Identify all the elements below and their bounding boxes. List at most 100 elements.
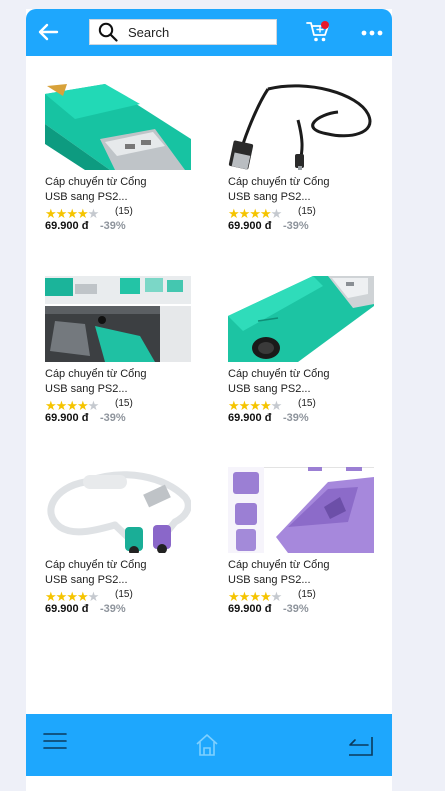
product-card[interactable]: Cáp chuyển từ Cổng USB sang PS2... ★★★★★… bbox=[228, 467, 378, 627]
product-name-line1: Cáp chuyển từ Cổng bbox=[228, 176, 330, 188]
review-count: (15) bbox=[115, 589, 133, 600]
product-card[interactable]: Cáp chuyển từ Cổng USB sang PS2... ★★★★★… bbox=[228, 84, 378, 244]
search-icon bbox=[98, 22, 118, 42]
product-name: Cáp chuyển từ Cổng USB sang PS2... bbox=[228, 558, 368, 588]
review-count: (15) bbox=[298, 206, 316, 217]
search-box[interactable] bbox=[89, 19, 277, 45]
product-card[interactable]: Cáp chuyển từ Cổng USB sang PS2... ★★★★★… bbox=[228, 276, 378, 436]
star-icon: ★ bbox=[76, 206, 89, 221]
product-card[interactable]: Cáp chuyển từ Cổng USB sang PS2... ★★★★★… bbox=[45, 467, 195, 627]
product-name-line1: Cáp chuyển từ Cổng bbox=[228, 368, 330, 380]
product-image bbox=[45, 84, 191, 170]
product-name: Cáp chuyển từ Cổng USB sang PS2... bbox=[45, 175, 185, 205]
return-button[interactable] bbox=[346, 733, 374, 759]
discount-badge: -39% bbox=[283, 220, 309, 232]
back-button[interactable] bbox=[36, 20, 60, 44]
product-image bbox=[228, 84, 374, 170]
star-icon: ★ bbox=[238, 589, 251, 604]
menu-icon bbox=[43, 733, 67, 749]
cart-badge bbox=[321, 21, 329, 29]
product-name-line2: USB sang PS2... bbox=[45, 574, 128, 586]
product-price: 69.900 đ bbox=[45, 220, 89, 232]
star-icon: ★ bbox=[228, 398, 240, 413]
review-count: (15) bbox=[115, 398, 133, 409]
product-price: 69.900 đ bbox=[228, 220, 272, 232]
star-icon: ★ bbox=[228, 206, 240, 221]
product-name-line1: Cáp chuyển từ Cổng bbox=[45, 368, 147, 380]
product-image bbox=[45, 276, 191, 362]
star-icon: ★ bbox=[76, 398, 89, 413]
star-icon: ★ bbox=[66, 589, 78, 604]
product-name-line2: USB sang PS2... bbox=[228, 191, 311, 203]
star-icon: ★ bbox=[259, 206, 272, 221]
star-icon: ★ bbox=[87, 206, 100, 221]
product-name-line1: Cáp chuyển từ Cổng bbox=[228, 559, 330, 571]
product-name-line1: Cáp chuyển từ Cổng bbox=[45, 559, 147, 571]
rating-stars: ★★★★★ bbox=[45, 588, 100, 604]
discount-badge: -39% bbox=[100, 603, 126, 615]
star-icon: ★ bbox=[55, 589, 68, 604]
discount-badge: -39% bbox=[100, 220, 126, 232]
product-name-line2: USB sang PS2... bbox=[228, 383, 311, 395]
rating-stars: ★★★★★ bbox=[228, 588, 283, 604]
product-name: Cáp chuyển từ Cổng USB sang PS2... bbox=[228, 367, 368, 397]
product-grid: Cáp chuyển từ Cổng USB sang PS2... ★★★★★… bbox=[26, 56, 392, 714]
star-icon: ★ bbox=[238, 206, 251, 221]
star-icon: ★ bbox=[270, 206, 283, 221]
star-icon: ★ bbox=[249, 589, 261, 604]
product-name-line2: USB sang PS2... bbox=[228, 574, 311, 586]
star-icon: ★ bbox=[238, 398, 251, 413]
rating-stars: ★★★★★ bbox=[228, 397, 283, 413]
product-name-line1: Cáp chuyển từ Cổng bbox=[45, 176, 147, 188]
star-icon: ★ bbox=[249, 206, 261, 221]
review-count: (15) bbox=[115, 206, 133, 217]
product-name-line2: USB sang PS2... bbox=[45, 383, 128, 395]
star-icon: ★ bbox=[55, 206, 68, 221]
product-name: Cáp chuyển từ Cổng USB sang PS2... bbox=[45, 367, 185, 397]
star-icon: ★ bbox=[66, 206, 78, 221]
discount-badge: -39% bbox=[283, 603, 309, 615]
more-button[interactable] bbox=[360, 21, 384, 45]
product-name-line2: USB sang PS2... bbox=[45, 191, 128, 203]
star-icon: ★ bbox=[228, 589, 240, 604]
star-icon: ★ bbox=[87, 589, 100, 604]
search-input[interactable] bbox=[128, 22, 268, 42]
product-image bbox=[228, 467, 374, 553]
product-price: 69.900 đ bbox=[228, 603, 272, 615]
product-price: 69.900 đ bbox=[45, 412, 89, 424]
star-icon: ★ bbox=[45, 589, 57, 604]
star-icon: ★ bbox=[249, 398, 261, 413]
star-icon: ★ bbox=[66, 398, 78, 413]
product-price: 69.900 đ bbox=[45, 603, 89, 615]
product-card[interactable]: Cáp chuyển từ Cổng USB sang PS2... ★★★★★… bbox=[45, 276, 195, 436]
back-arrow-icon bbox=[38, 23, 59, 41]
top-bar bbox=[26, 9, 392, 56]
rating-stars: ★★★★★ bbox=[45, 397, 100, 413]
star-icon: ★ bbox=[259, 589, 272, 604]
product-card[interactable]: Cáp chuyển từ Cổng USB sang PS2... ★★★★★… bbox=[45, 84, 195, 244]
menu-button[interactable] bbox=[43, 729, 67, 753]
discount-badge: -39% bbox=[283, 412, 309, 424]
star-icon: ★ bbox=[259, 398, 272, 413]
star-icon: ★ bbox=[76, 589, 89, 604]
star-icon: ★ bbox=[55, 398, 68, 413]
rating-stars: ★★★★★ bbox=[45, 205, 100, 221]
star-icon: ★ bbox=[87, 398, 100, 413]
bottom-nav bbox=[26, 714, 392, 776]
star-icon: ★ bbox=[45, 398, 57, 413]
app-screen: Cáp chuyển từ Cổng USB sang PS2... ★★★★★… bbox=[26, 9, 392, 791]
return-icon bbox=[349, 737, 373, 756]
home-button[interactable] bbox=[194, 732, 220, 758]
star-icon: ★ bbox=[270, 589, 283, 604]
product-image bbox=[45, 467, 191, 553]
product-price: 69.900 đ bbox=[228, 412, 272, 424]
more-icon bbox=[361, 30, 383, 36]
review-count: (15) bbox=[298, 589, 316, 600]
star-icon: ★ bbox=[45, 206, 57, 221]
rating-stars: ★★★★★ bbox=[228, 205, 283, 221]
review-count: (15) bbox=[298, 398, 316, 409]
home-icon bbox=[196, 734, 218, 756]
discount-badge: -39% bbox=[100, 412, 126, 424]
product-image bbox=[228, 276, 374, 362]
star-icon: ★ bbox=[270, 398, 283, 413]
